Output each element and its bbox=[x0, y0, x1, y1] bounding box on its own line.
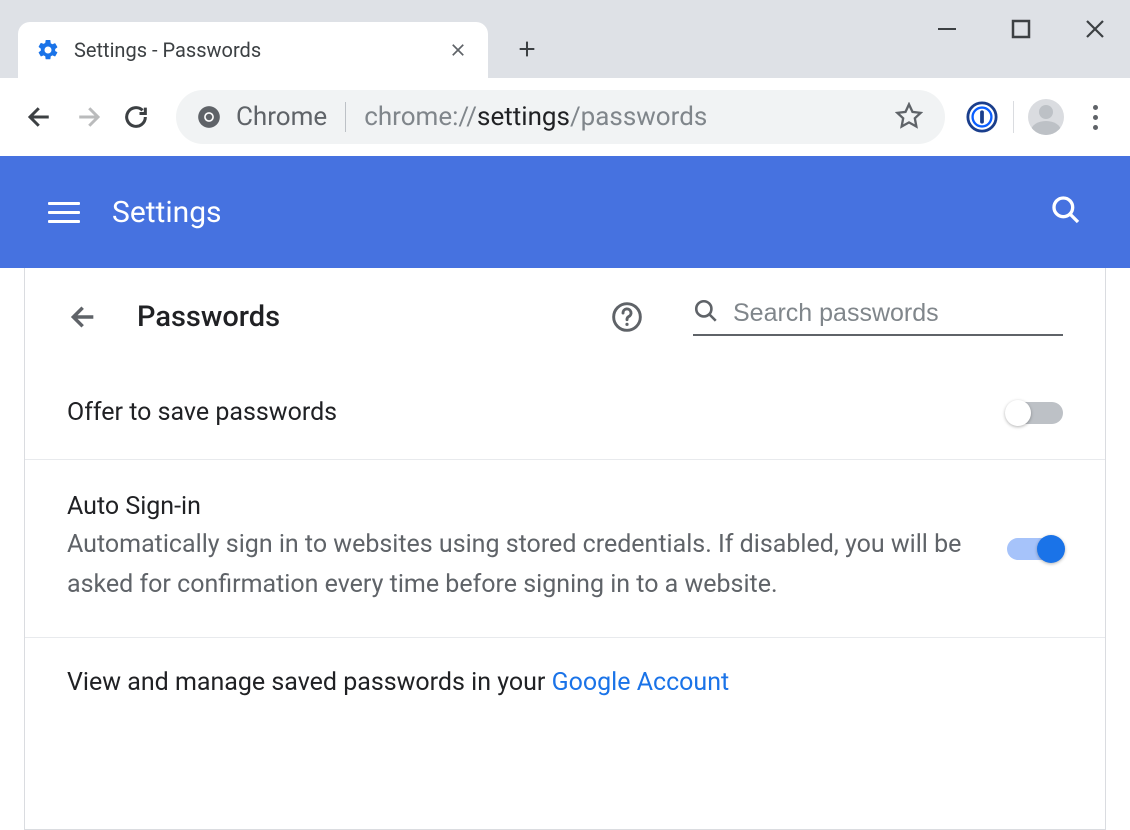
setting-auto-signin: Auto Sign-in Automatically sign in to we… bbox=[25, 460, 1105, 638]
omnibox-chip-label: Chrome bbox=[236, 102, 327, 132]
gear-icon bbox=[36, 38, 60, 62]
omnibox-url: chrome://settings/passwords bbox=[364, 102, 881, 132]
browser-toolbar: Chrome chrome://settings/passwords bbox=[0, 78, 1130, 156]
setting-description: Automatically sign in to websites using … bbox=[67, 525, 967, 605]
window-controls bbox=[932, 14, 1110, 44]
setting-label: Offer to save passwords bbox=[67, 398, 987, 427]
back-button[interactable] bbox=[20, 97, 60, 137]
google-account-link[interactable]: Google Account bbox=[552, 668, 730, 697]
settings-content: Passwords Offer to save passwords Auto S… bbox=[24, 268, 1106, 830]
bookmark-star-icon[interactable] bbox=[895, 102, 925, 132]
chrome-icon bbox=[196, 104, 222, 130]
hamburger-menu-icon[interactable] bbox=[48, 196, 80, 229]
close-icon[interactable] bbox=[446, 38, 470, 62]
settings-title: Settings bbox=[112, 195, 1050, 230]
tab-title: Settings - Passwords bbox=[74, 38, 446, 62]
url-host: settings bbox=[477, 102, 570, 132]
browser-tab-strip: Settings - Passwords bbox=[0, 0, 1130, 78]
manage-passwords-row: View and manage saved passwords in your … bbox=[25, 638, 1105, 727]
search-icon bbox=[693, 298, 719, 328]
reload-button[interactable] bbox=[116, 97, 156, 137]
page-title: Passwords bbox=[137, 300, 585, 334]
manage-passwords-text: View and manage saved passwords in your bbox=[67, 668, 552, 697]
minimize-button[interactable] bbox=[932, 14, 962, 44]
back-arrow-icon[interactable] bbox=[67, 300, 101, 334]
url-scheme: chrome:// bbox=[364, 102, 477, 132]
help-icon[interactable] bbox=[609, 299, 645, 335]
extension-1password-icon[interactable] bbox=[965, 100, 999, 134]
browser-tab[interactable]: Settings - Passwords bbox=[18, 22, 488, 78]
address-bar[interactable]: Chrome chrome://settings/passwords bbox=[176, 90, 945, 144]
page-header-row: Passwords bbox=[25, 268, 1105, 366]
divider bbox=[1013, 101, 1014, 133]
maximize-button[interactable] bbox=[1006, 14, 1036, 44]
search-passwords-input[interactable] bbox=[733, 299, 1063, 328]
chrome-menu-button[interactable] bbox=[1080, 105, 1110, 130]
setting-offer-save-passwords: Offer to save passwords bbox=[25, 366, 1105, 460]
search-passwords-field[interactable] bbox=[693, 298, 1063, 336]
new-tab-button[interactable] bbox=[506, 28, 548, 70]
setting-label: Auto Sign-in bbox=[67, 492, 987, 521]
url-path: /passwords bbox=[570, 102, 707, 132]
close-window-button[interactable] bbox=[1080, 14, 1110, 44]
toggle-offer-save-passwords[interactable] bbox=[1007, 402, 1063, 424]
search-icon[interactable] bbox=[1050, 194, 1082, 230]
divider bbox=[345, 102, 346, 132]
forward-button[interactable] bbox=[68, 97, 108, 137]
profile-avatar[interactable] bbox=[1028, 99, 1064, 135]
settings-header: Settings bbox=[0, 156, 1130, 268]
toggle-auto-signin[interactable] bbox=[1007, 538, 1063, 560]
